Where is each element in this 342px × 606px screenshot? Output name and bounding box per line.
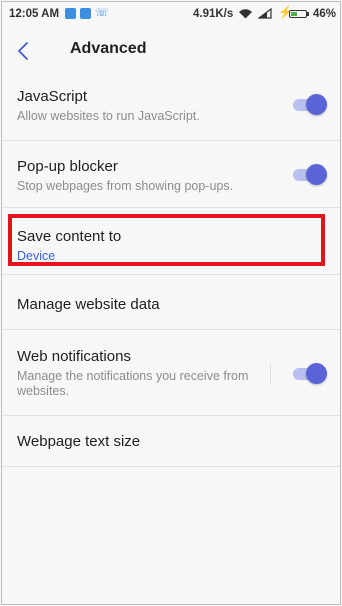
app-header: Advanced — [2, 27, 340, 75]
wifi-icon — [239, 9, 252, 19]
app-icon — [65, 8, 76, 19]
divider — [270, 363, 271, 385]
battery-percent: 46% — [313, 8, 337, 20]
setting-label: JavaScript — [17, 88, 88, 105]
setting-label: Webpage text size — [17, 433, 141, 450]
web-notifications-toggle[interactable] — [293, 363, 327, 384]
status-time: 12:05 AM — [9, 8, 60, 20]
battery-icon — [289, 10, 309, 18]
chevron-left-icon[interactable] — [16, 41, 30, 61]
highlight-box — [8, 214, 325, 266]
setting-popup-blocker[interactable]: Pop-up blocker Stop webpages from showin… — [2, 140, 340, 207]
upload-icon — [80, 8, 91, 19]
setting-description: Stop webpages from showing pop-ups. — [17, 179, 234, 193]
signal-icon — [258, 8, 272, 19]
status-bar: 12:05 AM ☏ 4.91K/s ⚡ 46% — [2, 2, 340, 27]
setting-label: Web notifications — [17, 348, 131, 365]
javascript-toggle[interactable] — [293, 94, 327, 115]
setting-description: Allow websites to run JavaScript. — [17, 109, 200, 123]
setting-manage-website-data[interactable]: Manage website data — [2, 274, 340, 329]
setting-label: Pop-up blocker — [17, 158, 118, 175]
setting-description: Manage the notifications you receive fro… — [17, 369, 249, 398]
network-speed: 4.91K/s — [193, 8, 234, 20]
page-title: Advanced — [70, 40, 147, 57]
setting-web-notifications[interactable]: Web notifications Manage the notificatio… — [2, 329, 340, 415]
popup-blocker-toggle[interactable] — [293, 164, 327, 185]
setting-webpage-text-size[interactable]: Webpage text size — [2, 415, 340, 467]
setting-javascript[interactable]: JavaScript Allow websites to run JavaScr… — [2, 75, 340, 140]
screen: 12:05 AM ☏ 4.91K/s ⚡ 46% Advanced JavaSc… — [1, 1, 341, 605]
phone-icon: ☏ — [95, 7, 109, 19]
setting-label: Manage website data — [17, 296, 160, 313]
